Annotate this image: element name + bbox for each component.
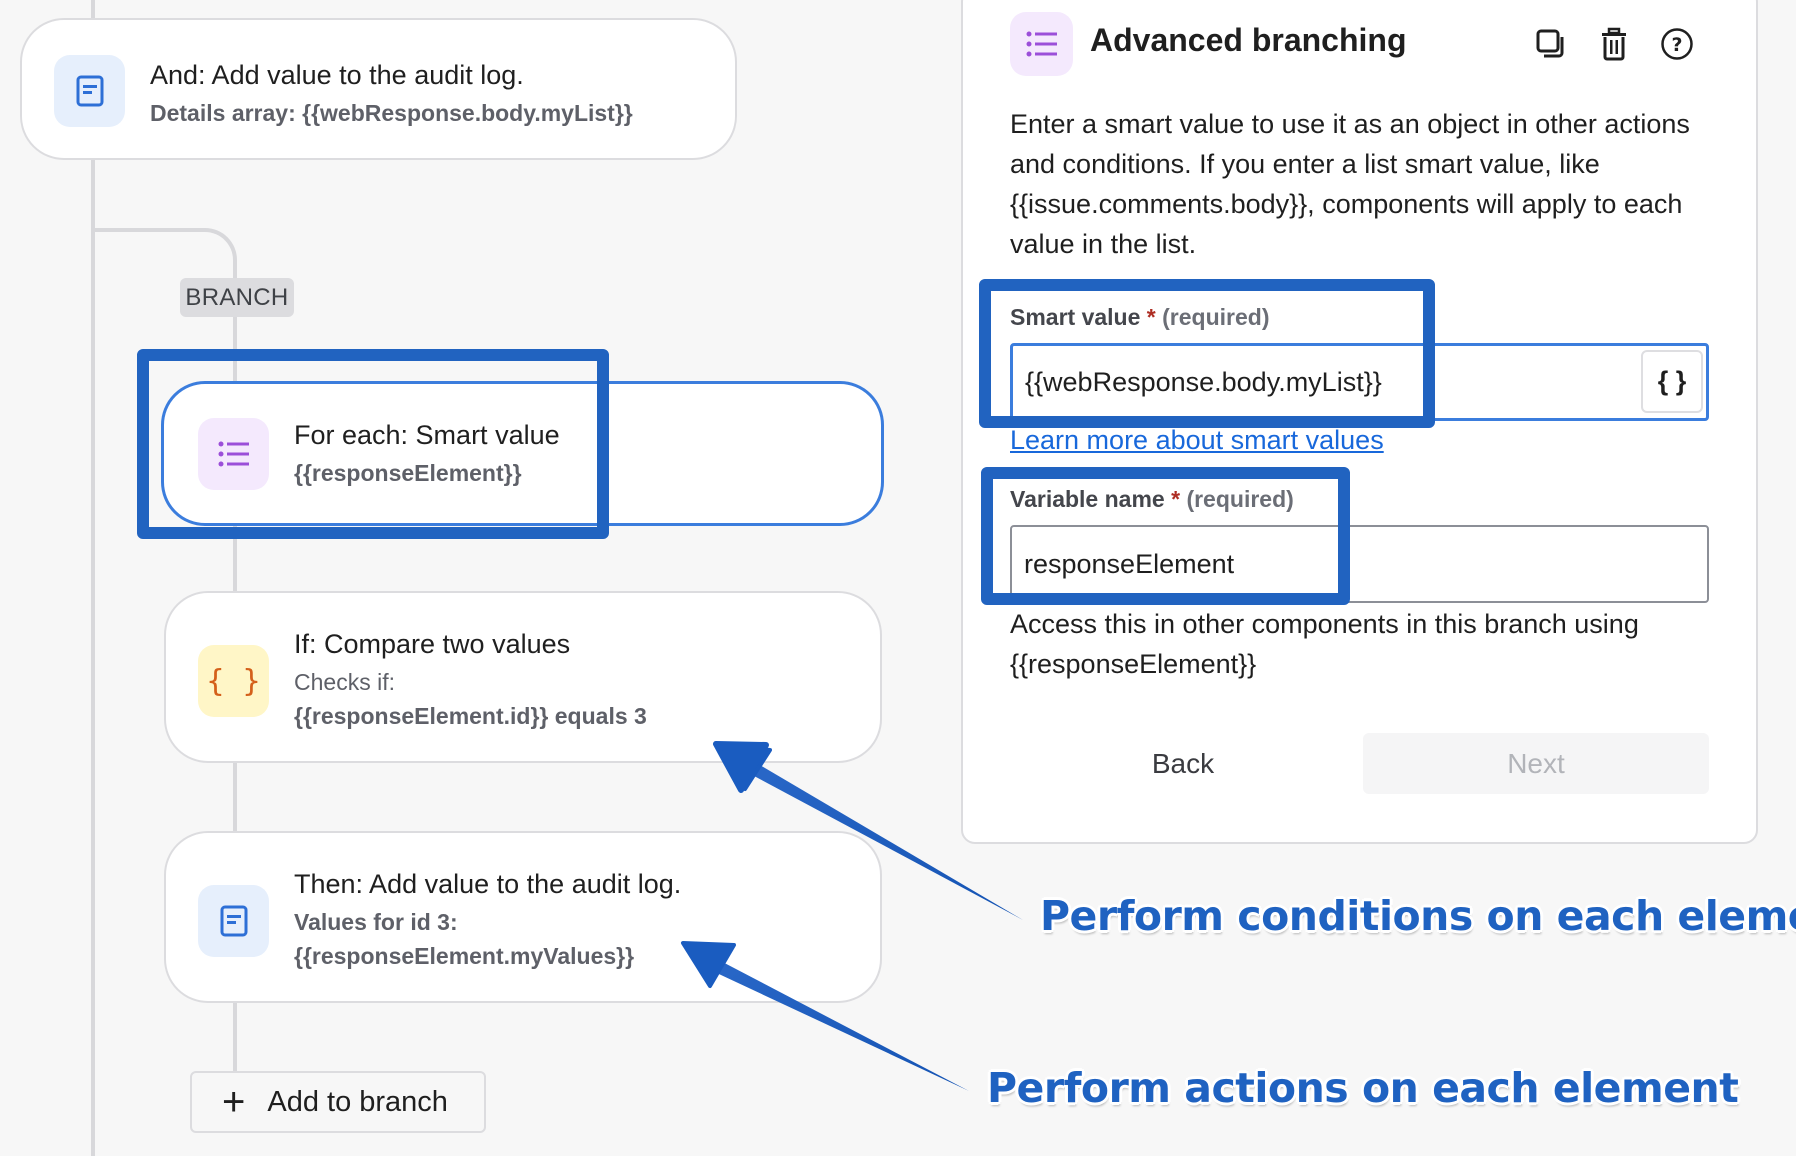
card-subtitle: Values for id 3: [294,909,458,935]
then-action-card[interactable]: Then: Add value to the audit log. Values… [164,831,882,1003]
card-subtitle: Details array: {{webResponse.body.myList… [150,100,633,126]
audit-log-icon [54,55,125,127]
main-connector-line [91,0,95,1156]
svg-text:?: ? [1671,34,1682,56]
card-title: If: Compare two values [294,629,571,659]
variable-helper-text: Access this in other components in this … [1010,604,1710,684]
back-button[interactable]: Back [1100,733,1266,794]
plus-icon: + [222,1080,246,1124]
card-title: And: Add value to the audit log. [150,60,524,90]
highlight-variable-name-field [981,467,1350,605]
audit-log-icon [198,885,269,957]
card-condition: {{responseElement.id}} equals 3 [294,703,647,729]
highlight-smart-value-field [979,279,1435,428]
annotation-actions: Perform actions on each element [987,1064,1739,1112]
helper-line-1: Access this in other components in this … [1010,609,1639,639]
panel-list-icon [1010,12,1073,76]
if-condition-card[interactable]: { } If: Compare two values Checks if: {{… [164,591,882,763]
branch-badge: BRANCH [180,278,294,317]
card-title: Then: Add value to the audit log. [294,869,682,899]
insert-smart-value-button[interactable]: { } [1641,350,1703,413]
audit-log-card[interactable]: And: Add value to the audit log. Details… [20,18,737,160]
learn-more-link[interactable]: Learn more about smart values [1010,425,1384,456]
highlight-for-each-card [137,349,609,539]
copy-icon[interactable] [1533,26,1569,62]
annotation-conditions: Perform conditions on each element [1040,892,1796,940]
card-values: {{responseElement.myValues}} [294,943,635,969]
braces-icon: { } [198,645,269,717]
panel-description: Enter a smart value to use it as an obje… [1010,109,1690,259]
card-subtitle: Checks if: [294,669,395,695]
add-to-branch-label: Add to branch [267,1085,448,1118]
help-icon[interactable]: ? [1659,26,1695,62]
helper-line-2: {{responseElement}} [1010,649,1257,679]
add-to-branch-button[interactable]: + Add to branch [190,1071,486,1133]
next-button[interactable]: Next [1363,733,1709,794]
panel-title: Advanced branching [1090,22,1407,58]
trash-icon[interactable] [1596,26,1632,62]
